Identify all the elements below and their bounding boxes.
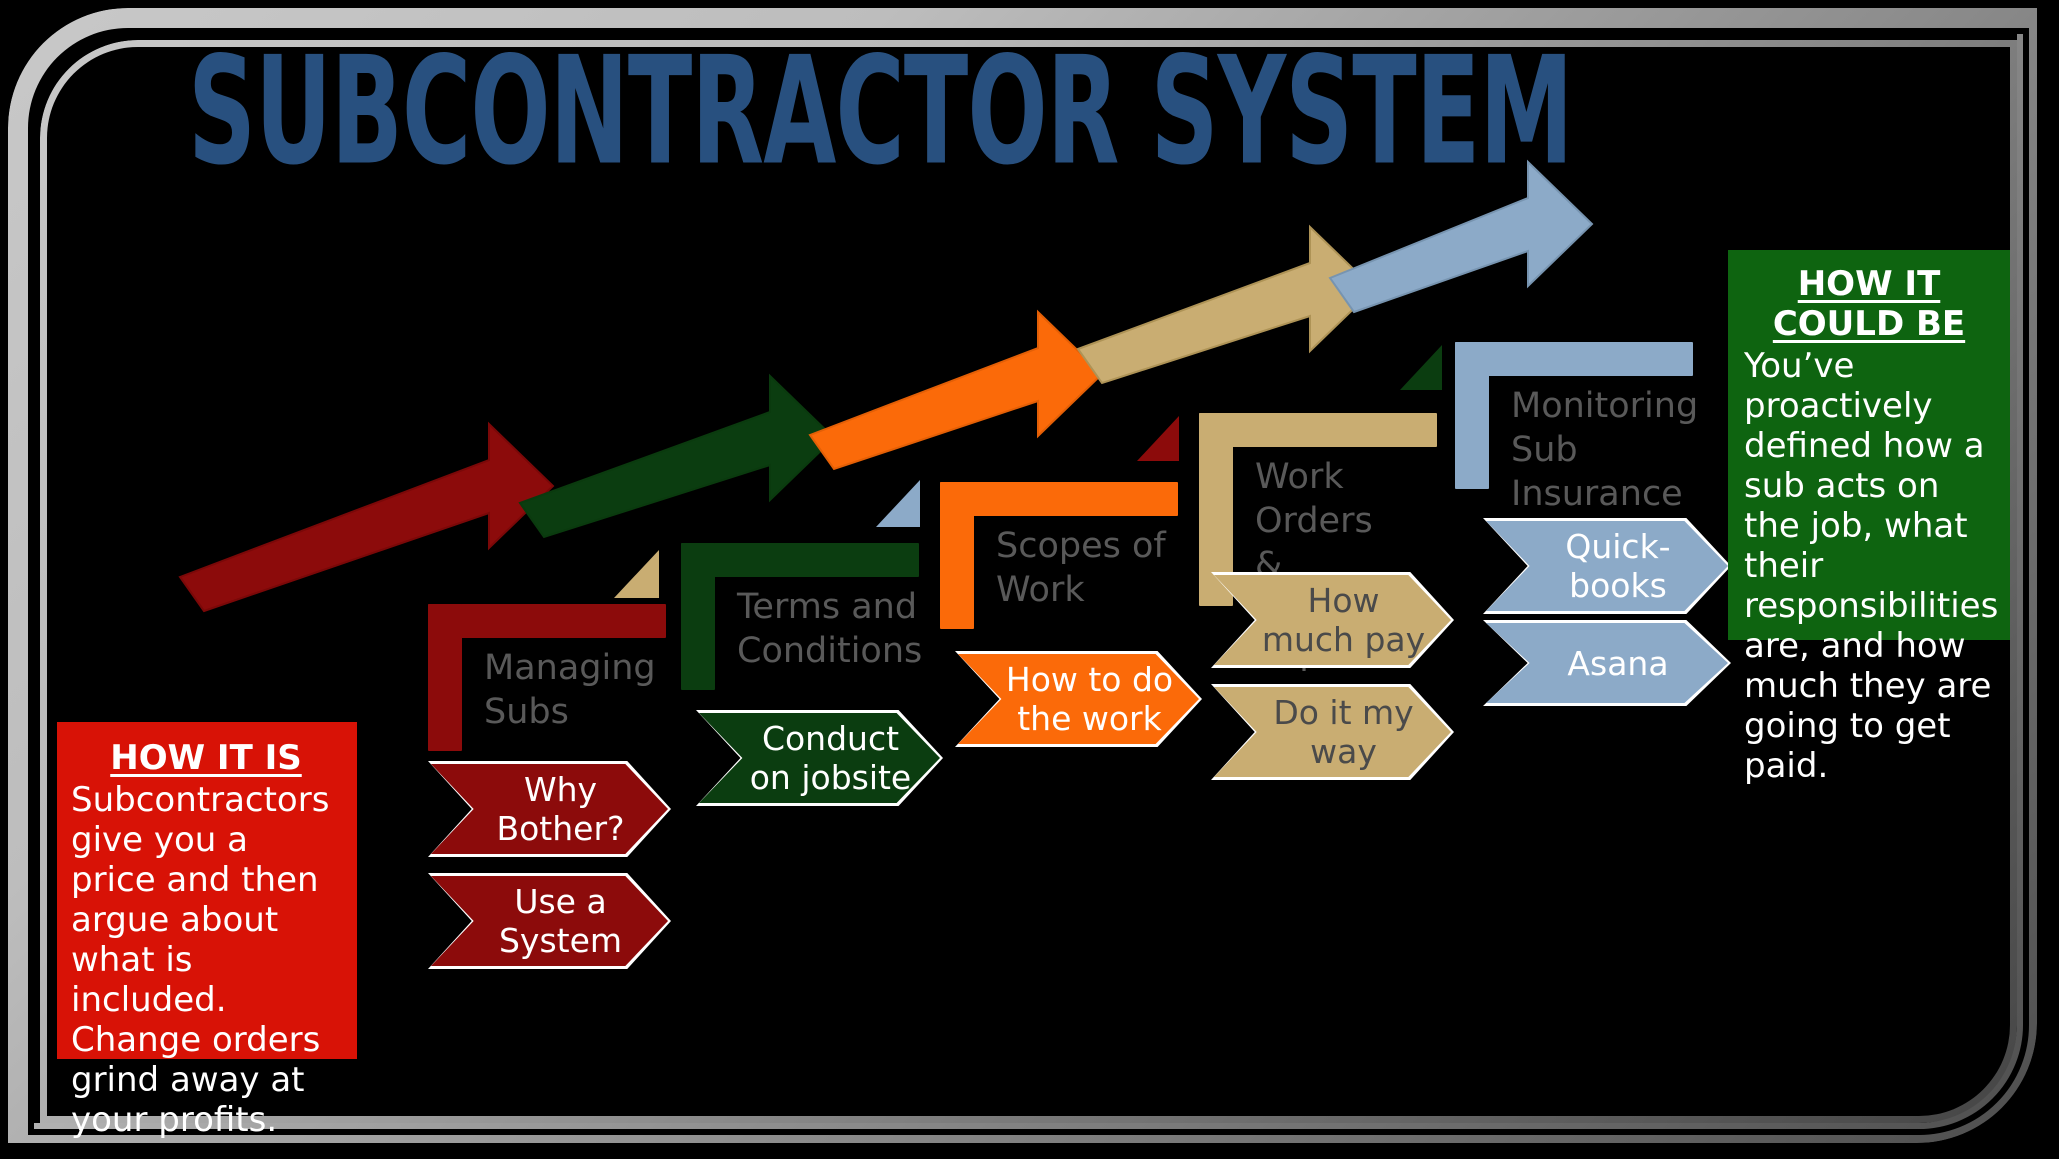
chevron-body: Use a System xyxy=(431,876,668,966)
chevron-use-a-system[interactable]: Use a System xyxy=(428,873,671,969)
chevron-conduct-on-jobsite[interactable]: Conduct on jobsite xyxy=(696,710,943,806)
triangle-darkred-1 xyxy=(1137,416,1179,461)
chevron-do-it-my-way[interactable]: Do it my way xyxy=(1211,684,1454,780)
bracket-label-stage-3: Scopes of Work xyxy=(996,526,1166,610)
arrow-stage-4 xyxy=(1076,224,1376,385)
chevron-body: Do it my way xyxy=(1214,687,1451,777)
how-it-is-heading: HOW IT IS xyxy=(110,738,302,778)
chevron-label: Why Bother? xyxy=(496,770,625,848)
triangle-green-1 xyxy=(1400,345,1442,390)
chevron-label: Quick- books xyxy=(1565,527,1671,605)
how-it-could-be-box: HOW IT COULD BE You’ve proactively defin… xyxy=(1728,250,2010,786)
arrow-stage-5 xyxy=(1328,159,1594,314)
slide-canvas: SUBCONTRACTOR SYSTEM Managing Subs Why B… xyxy=(0,0,2059,1159)
bracket-label-stage-2: Terms and Conditions xyxy=(737,587,923,671)
bracket-label-stage-1: Managing Subs xyxy=(484,648,656,732)
bracket-arm-left xyxy=(681,543,715,690)
arrow-stage-3 xyxy=(808,309,1104,471)
arrow-stage-2 xyxy=(518,373,836,539)
how-it-is-box: HOW IT IS Subcontractors give you a pric… xyxy=(57,722,357,1140)
chevron-body: How to do the work xyxy=(958,654,1199,744)
bracket-arm-top xyxy=(1455,342,1693,376)
chevron-label: How much pay xyxy=(1261,581,1426,659)
bracket-arm-top xyxy=(681,543,919,577)
chevron-label: Use a System xyxy=(498,882,623,960)
bracket-stage-3: Scopes of Work xyxy=(940,482,1178,629)
how-it-could-be-heading: HOW IT COULD BE xyxy=(1772,264,1966,344)
chevron-how-much-pay[interactable]: How much pay xyxy=(1211,572,1454,668)
bracket-arm-left xyxy=(1455,342,1489,489)
chevron-label: Do it my way xyxy=(1273,693,1414,771)
chevron-body: Quick- books xyxy=(1486,521,1728,611)
chevron-label: Asana xyxy=(1567,643,1669,683)
triangle-tan-1 xyxy=(614,550,659,598)
chevron-body: Why Bother? xyxy=(431,764,668,854)
chevron-how-to-do-the-work[interactable]: How to do the work xyxy=(955,651,1202,747)
chevron-quickbooks[interactable]: Quick- books xyxy=(1483,518,1731,614)
bracket-arm-top xyxy=(1199,413,1437,447)
bracket-arm-left xyxy=(940,482,974,629)
bracket-arm-left xyxy=(428,604,462,751)
bracket-stage-5: Monitoring Sub Insurance xyxy=(1455,342,1698,514)
chevron-body: How much pay xyxy=(1214,575,1451,665)
chevron-asana[interactable]: Asana xyxy=(1483,620,1731,706)
chevron-why-bother[interactable]: Why Bother? xyxy=(428,761,671,857)
how-it-is-body: Subcontractors give you a price and then… xyxy=(71,780,330,1140)
chevron-body: Asana xyxy=(1486,623,1728,703)
bracket-arm-top xyxy=(940,482,1178,516)
chevron-body: Conduct on jobsite xyxy=(699,713,940,803)
bracket-label-stage-5: Monitoring Sub Insurance xyxy=(1511,386,1699,514)
chevron-label: How to do the work xyxy=(1005,660,1174,738)
chevron-label: Conduct on jobsite xyxy=(749,719,912,797)
arrow-stage-1 xyxy=(178,421,555,613)
how-it-could-be-body: You’ve proactively defined how a sub act… xyxy=(1744,346,1999,786)
bracket-arm-top xyxy=(428,604,666,638)
bracket-stage-1: Managing Subs xyxy=(428,604,666,751)
bracket-stage-2: Terms and Conditions xyxy=(681,543,923,690)
triangle-blue-1 xyxy=(876,480,920,527)
